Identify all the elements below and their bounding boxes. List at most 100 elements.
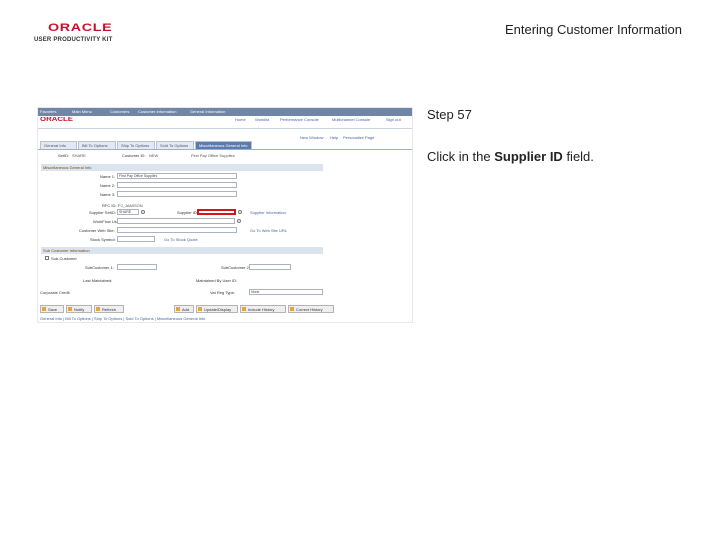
nav-multichannel-console-link[interactable]: Multichannel Console [332,117,370,122]
vat-reg-type-select[interactable]: None [249,289,323,295]
stock-symbol-field[interactable] [117,236,155,242]
menu-item-general-information[interactable]: General Information [190,109,225,114]
subcustomer2-field[interactable] [249,264,291,270]
instruction-target: Supplier ID [494,149,563,164]
name2-label: Name 2: [100,183,116,188]
go-to-website-link[interactable]: Go To Web Site URL [250,228,287,233]
setid-value: SHARE [72,153,86,158]
personalize-page-link[interactable]: Personalize Page [343,135,374,140]
tab-ship-to-options[interactable]: Ship To Options [117,141,155,149]
menu-item-customers[interactable]: Customers [110,109,129,114]
update-display-button[interactable]: Update/Display [196,305,238,313]
section-sub-customer-info: Sub Customer Information [41,247,323,254]
customer-id-value: NEW [149,153,159,158]
subcustomer1-label: SubCustomer 1: [85,265,114,270]
menu-item-customer-information[interactable]: Customer Information [138,109,176,114]
setid-label: SetID: [58,153,70,158]
tab-label: Sold To Options [160,143,189,148]
document-title: Entering Customer Information [504,22,682,37]
supplier-setid-value: SHARE [119,210,132,214]
supplier-setid-field[interactable]: SHARE [117,209,139,215]
workflow-user-lookup-icon[interactable] [237,219,241,223]
button-label: Add [182,307,190,312]
app-oracle-logo: ORACLE [40,117,73,123]
oracle-upk-logo: ORACLE USER PRODUCTIVITY KIT [34,22,126,48]
sub-customer-checkbox-label: Sub-Customer [51,256,77,261]
nav-home-link[interactable]: Home [235,117,246,122]
tab-sold-to-options[interactable]: Sold To Options [156,141,194,149]
save-button[interactable]: Save [40,305,64,313]
name3-field[interactable] [117,191,237,197]
tab-label: Bill To Options [82,143,108,148]
go-to-stock-quote-link[interactable]: Go To Stock Quote [164,237,198,242]
supplier-id-lookup-icon[interactable] [238,210,242,214]
button-label: Include History [248,307,275,312]
button-label: Notify [74,307,85,312]
instruction-prefix: Click in the [427,149,495,164]
tab-label: Miscellaneous General Info [199,143,248,148]
subcustomer2-label: SubCustomer 2: [221,265,250,270]
name3-label: Name 3: [100,192,116,197]
customer-name: First Pay Office Supplies [191,153,235,158]
new-window-link[interactable]: New Window [300,135,323,140]
sub-customer-checkbox[interactable] [45,256,49,260]
supplier-setid-label: Supplier SetID: [89,210,116,215]
tab-general-info[interactable]: General Info [40,141,77,149]
nav-worklist-link[interactable]: Worklist [255,117,269,122]
name1-label: Name 1: [100,174,116,179]
include-history-button[interactable]: Include History [240,305,286,313]
nav-performance-console-link[interactable]: Performance Console [280,117,319,122]
section-title: Sub Customer Information [43,248,90,253]
step-number: Step 57 [427,107,472,122]
tab-label: General Info [44,143,67,148]
tab-miscellaneous-general-info[interactable]: Miscellaneous General Info [195,141,252,149]
button-label: Correct History [296,307,323,312]
last-maintained-label: Last Maintained: [83,278,113,283]
notify-button[interactable]: Notify [66,305,92,313]
menu-item-main-menu[interactable]: Main Menu [72,109,92,114]
nav-sign-out-link[interactable]: Sign out [386,117,401,122]
corporate-credit-label: Corporate Credit [40,290,70,295]
help-link[interactable]: Help [330,135,338,140]
footer-page-links[interactable]: General Info | Bill To Options | Ship To… [40,316,205,321]
page-tabs: General Info Bill To Options Ship To Opt… [40,141,252,149]
oracle-logo-text: ORACLE [48,22,113,34]
button-label: Save [48,307,58,312]
refresh-icon [96,307,100,311]
name2-field[interactable] [117,182,237,188]
tab-label: Ship To Options [121,143,150,148]
step-instruction: Click in the Supplier ID field. [427,149,594,164]
update-display-icon [198,307,202,311]
add-button[interactable]: Add [174,305,194,313]
subcustomer1-field[interactable] [117,264,157,270]
section-title: Miscellaneous General Info [43,165,92,170]
application-screenshot: Favorites Main Menu Customers Customer I… [37,107,413,323]
add-icon [176,307,180,311]
correct-history-button[interactable]: Correct History [288,305,334,313]
menu-bar: Favorites Main Menu Customers Customer I… [38,108,412,116]
include-history-icon [242,307,246,311]
workflow-user-field[interactable] [117,218,235,224]
customer-website-field[interactable] [117,227,237,233]
instruction-suffix: field. [562,149,594,164]
upk-logo-text: USER PRODUCTIVITY KIT [34,37,113,43]
correct-history-icon [290,307,294,311]
supplier-setid-lookup-icon[interactable] [141,210,145,214]
vat-reg-type-value: None [251,290,260,294]
menu-item-favorites[interactable]: Favorites [40,109,56,114]
vat-reg-type-label: Vat Reg Type: [210,290,235,295]
supplier-id-field[interactable] [197,209,236,215]
supplier-information-link[interactable]: Supplier Information [250,210,286,215]
tab-divider [38,149,412,150]
customer-id-label: Customer ID: [122,153,146,158]
name1-value: First Pay Office Supplies [119,174,158,178]
save-icon [42,307,46,311]
refresh-button[interactable]: Refresh [94,305,124,313]
notify-icon [68,307,72,311]
rfc-id-label: RFC ID: [102,203,117,208]
button-label: Refresh [102,307,117,312]
tab-bill-to-options[interactable]: Bill To Options [78,141,116,149]
stock-symbol-label: Stock Symbol: [90,237,116,242]
maintained-by-label: Maintained By User ID: [196,278,238,283]
name1-field[interactable]: First Pay Office Supplies [117,173,237,179]
